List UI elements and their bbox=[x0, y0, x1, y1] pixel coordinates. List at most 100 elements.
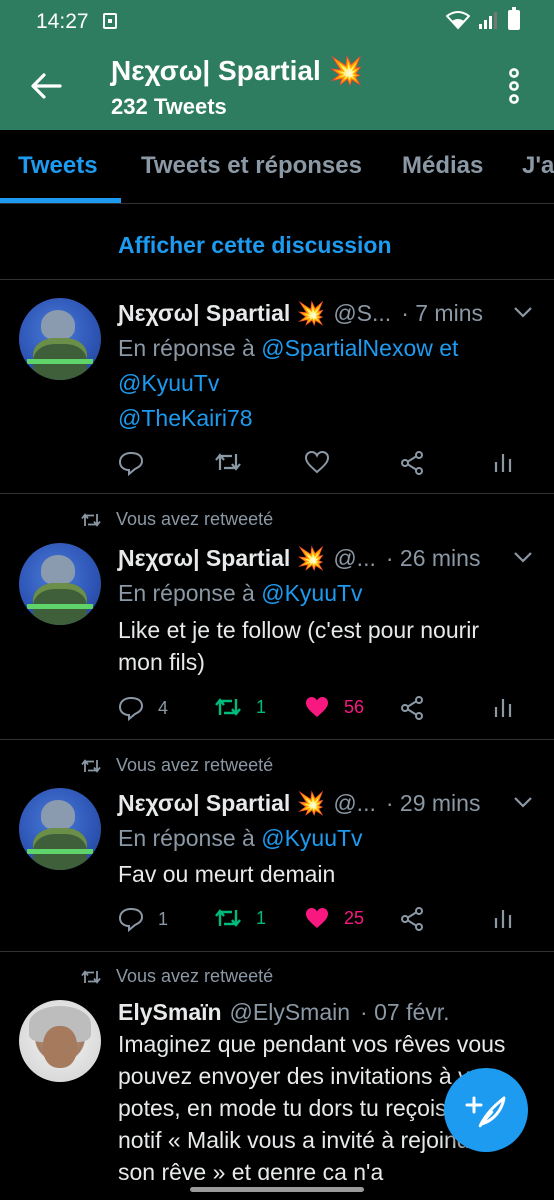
home-gesture-bar[interactable] bbox=[190, 1187, 364, 1192]
notification-icon bbox=[103, 13, 117, 29]
retweet-indicator: Vous avez retweeté bbox=[80, 509, 273, 530]
author-name[interactable]: Ɲεχσω| Spartial 💥 bbox=[118, 790, 325, 817]
retweet-count: 1 bbox=[256, 696, 267, 717]
like-button[interactable]: 25 bbox=[304, 906, 364, 930]
avatar[interactable] bbox=[19, 298, 101, 380]
battery-icon bbox=[508, 7, 520, 30]
share-button[interactable] bbox=[399, 906, 425, 932]
profile-tabs: Tweets Tweets et réponses Médias J'a bbox=[0, 130, 554, 204]
retweet-icon bbox=[81, 969, 101, 984]
like-count: 25 bbox=[344, 907, 365, 928]
status-bar: 14:27 bbox=[0, 0, 554, 42]
analytics-icon bbox=[494, 699, 512, 717]
tweet-item[interactable]: Ɲεχσω| Spartial 💥 @S... · 7 mins En répo… bbox=[0, 280, 554, 494]
reply-button[interactable]: 1 bbox=[118, 906, 168, 932]
analytics-icon bbox=[494, 454, 512, 472]
reply-mention[interactable]: @KyuuTv bbox=[261, 580, 362, 606]
tweet-time: · 7 mins bbox=[401, 300, 483, 326]
chevron-down-icon[interactable] bbox=[512, 794, 534, 810]
tweet-text[interactable]: @TheKairi78 bbox=[118, 405, 253, 432]
heart-icon bbox=[306, 908, 328, 928]
retweet-icon bbox=[215, 909, 241, 927]
tweet-header: Ɲεχσω| Spartial 💥 @... · 26 mins bbox=[118, 545, 538, 572]
retweet-icon bbox=[81, 758, 101, 773]
compose-feather-icon bbox=[465, 1096, 506, 1128]
analytics-icon bbox=[494, 910, 512, 928]
like-count: 56 bbox=[344, 696, 365, 717]
reply-mention[interactable]: @SpartialNexow et bbox=[261, 335, 458, 361]
wifi-icon bbox=[446, 11, 470, 30]
show-thread-row[interactable]: Afficher cette discussion bbox=[0, 204, 554, 280]
reply-icon bbox=[118, 451, 144, 476]
tweet-time: · 07 févr. bbox=[360, 999, 450, 1025]
retweet-label: Vous avez retweeté bbox=[116, 755, 274, 775]
more-options-icon[interactable] bbox=[500, 66, 528, 106]
profile-title: Ɲεχσω| Spartial 💥 bbox=[111, 55, 364, 86]
analytics-button[interactable] bbox=[492, 450, 514, 474]
reply-prefix: En réponse à bbox=[118, 825, 255, 851]
tab-indicator bbox=[0, 198, 121, 203]
author-name[interactable]: Ɲεχσω| Spartial 💥 bbox=[118, 300, 325, 327]
tab-media[interactable]: Médias bbox=[402, 152, 483, 180]
author-handle: @... bbox=[333, 790, 376, 816]
retweet-button[interactable] bbox=[214, 450, 242, 474]
tweet-time: · 29 mins bbox=[385, 790, 481, 816]
chevron-down-icon[interactable] bbox=[512, 549, 534, 565]
retweet-button[interactable]: 1 bbox=[214, 695, 266, 719]
retweet-icon bbox=[215, 453, 241, 471]
author-handle: @... bbox=[333, 545, 376, 571]
tweet-actions: 1 1 25 bbox=[118, 906, 518, 936]
tweet-time: · 26 mins bbox=[385, 545, 481, 571]
retweet-indicator: Vous avez retweeté bbox=[80, 755, 273, 776]
heart-icon bbox=[306, 697, 328, 717]
retweet-label: Vous avez retweeté bbox=[116, 509, 274, 529]
reply-context: En réponse à @KyuuTv bbox=[118, 580, 363, 607]
back-arrow-icon[interactable] bbox=[26, 66, 66, 106]
reply-prefix: En réponse à bbox=[118, 580, 255, 606]
share-button[interactable] bbox=[399, 450, 425, 476]
retweet-icon bbox=[81, 512, 101, 527]
reply-mention[interactable]: @KyuuTv bbox=[261, 825, 362, 851]
reply-context: En réponse à @KyuuTv bbox=[118, 825, 363, 852]
avatar[interactable] bbox=[19, 788, 101, 870]
share-icon bbox=[401, 907, 423, 931]
reply-count: 1 bbox=[158, 908, 169, 929]
tweet-item[interactable]: Vous avez retweeté Ɲεχσω| Spartial 💥 @..… bbox=[0, 740, 554, 952]
reply-button[interactable]: 4 bbox=[118, 695, 168, 721]
retweet-button[interactable]: 1 bbox=[214, 906, 266, 930]
analytics-button[interactable] bbox=[492, 906, 514, 930]
compose-tweet-button[interactable] bbox=[444, 1068, 528, 1152]
show-thread-link[interactable]: Afficher cette discussion bbox=[118, 232, 392, 259]
avatar[interactable] bbox=[19, 1000, 101, 1082]
retweet-count: 1 bbox=[256, 907, 267, 928]
avatar[interactable] bbox=[19, 543, 101, 625]
share-icon bbox=[401, 696, 423, 720]
retweet-label: Vous avez retweeté bbox=[116, 966, 274, 986]
tweet-header: ElySmaïn @ElySmain · 07 févr. bbox=[118, 999, 538, 1026]
tab-likes[interactable]: J'a bbox=[522, 152, 554, 180]
reply-button[interactable] bbox=[118, 450, 144, 476]
signal-icon bbox=[479, 12, 497, 29]
tweet-item[interactable]: Vous avez retweeté Ɲεχσω| Spartial 💥 @..… bbox=[0, 494, 554, 740]
reply-icon bbox=[118, 907, 144, 932]
reply-icon bbox=[118, 696, 144, 721]
share-button[interactable] bbox=[399, 695, 425, 721]
author-name[interactable]: ElySmaïn bbox=[118, 999, 222, 1026]
author-handle: @S... bbox=[333, 300, 392, 326]
analytics-button[interactable] bbox=[492, 695, 514, 719]
reply-context: En réponse à @SpartialNexow et bbox=[118, 335, 458, 362]
author-name[interactable]: Ɲεχσω| Spartial 💥 bbox=[118, 545, 325, 572]
tab-tweets-and-replies[interactable]: Tweets et réponses bbox=[141, 152, 362, 180]
status-icons bbox=[446, 7, 520, 30]
like-button[interactable]: 56 bbox=[304, 695, 364, 719]
chevron-down-icon[interactable] bbox=[512, 304, 534, 320]
status-time: 14:27 bbox=[36, 10, 89, 33]
tab-tweets[interactable]: Tweets bbox=[18, 152, 98, 180]
like-button[interactable] bbox=[304, 450, 330, 474]
tweet-header: Ɲεχσω| Spartial 💥 @S... · 7 mins bbox=[118, 300, 538, 327]
tweet-actions bbox=[118, 450, 518, 480]
author-handle: @ElySmain bbox=[229, 999, 351, 1025]
tweet-header: Ɲεχσω| Spartial 💥 @... · 29 mins bbox=[118, 790, 538, 817]
reply-mention[interactable]: @KyuuTv bbox=[118, 370, 219, 397]
retweet-indicator: Vous avez retweeté bbox=[80, 966, 273, 987]
